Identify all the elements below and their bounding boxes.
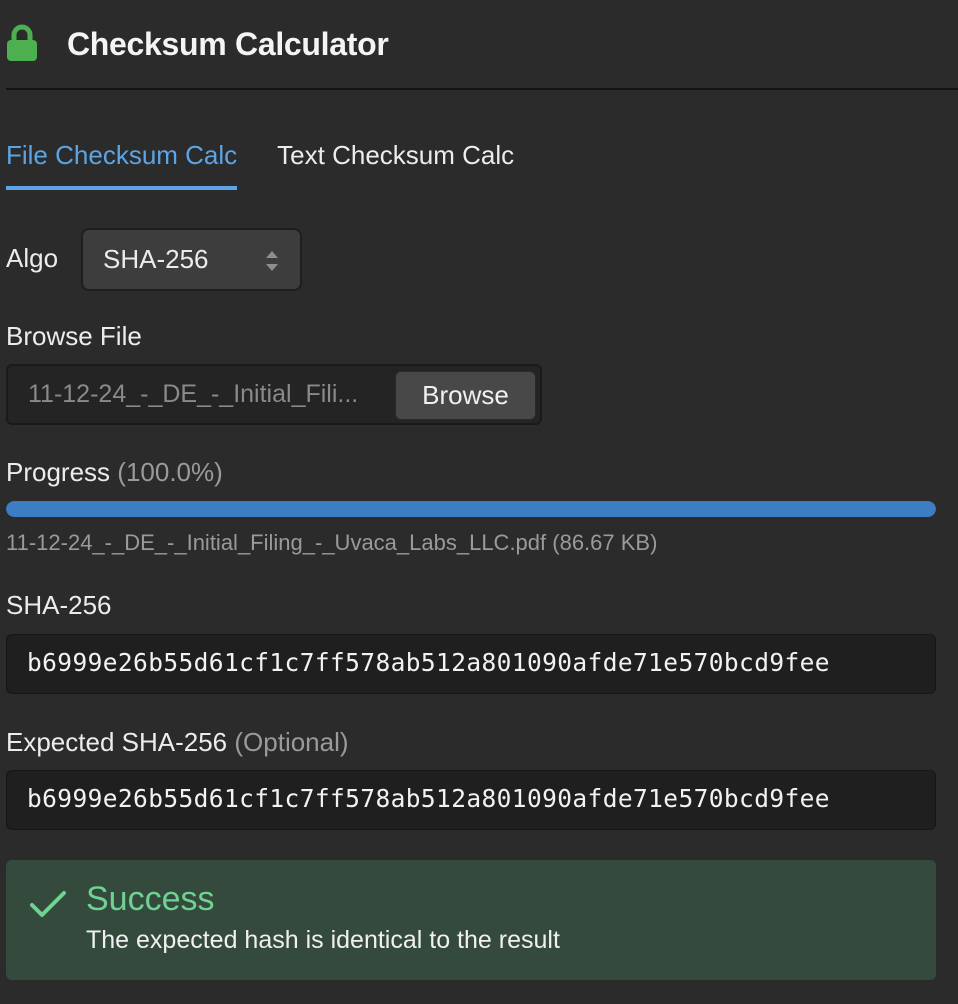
tab-file-checksum[interactable]: File Checksum Calc: [6, 140, 238, 190]
result-hash-field[interactable]: b6999e26b55d61cf1c7ff578ab512a801090afde…: [6, 634, 936, 694]
tab-bar: File Checksum Calc Text Checksum Calc: [6, 140, 554, 190]
algo-select[interactable]: SHA-256: [81, 228, 302, 291]
result-hash-label: SHA-256: [6, 590, 112, 620]
algo-label: Algo: [6, 243, 59, 273]
file-info: 11-12-24_-_DE_-_Initial_Filing_-_Uvaca_L…: [6, 530, 658, 555]
checksum-calculator-app: Checksum Calculator File Checksum Calc T…: [0, 0, 958, 1004]
browse-file-group: 11-12-24_-_DE_-_Initial_Fili... Browse: [6, 364, 542, 425]
optional-hint: (Optional): [234, 727, 349, 757]
header-divider: [6, 88, 958, 90]
algo-selected-value: SHA-256: [103, 244, 209, 274]
tab-text-checksum[interactable]: Text Checksum Calc: [277, 140, 514, 190]
browse-file-label: Browse File: [6, 321, 142, 351]
expected-hash-label: Expected SHA-256 (Optional): [6, 727, 349, 758]
lock-icon: [7, 24, 37, 61]
progress-label-text: Progress: [6, 457, 111, 487]
alert-message: The expected hash is identical to the re…: [86, 926, 560, 954]
browse-button[interactable]: Browse: [395, 371, 536, 420]
progress-percent: (100.0%): [117, 457, 223, 487]
file-path-field[interactable]: 11-12-24_-_DE_-_Initial_Fili...: [28, 380, 378, 409]
success-alert: Success The expected hash is identical t…: [6, 860, 936, 980]
select-updown-icon: [266, 251, 278, 271]
alert-title: Success: [86, 880, 215, 918]
progress-bar-fill: [6, 501, 936, 517]
progress-bar: [6, 501, 936, 517]
progress-label: Progress (100.0%): [6, 457, 223, 488]
app-title: Checksum Calculator: [67, 26, 389, 62]
app-header: Checksum Calculator: [0, 0, 958, 90]
checkmark-icon: [30, 891, 66, 917]
expected-hash-input[interactable]: b6999e26b55d61cf1c7ff578ab512a801090afde…: [6, 770, 936, 830]
expected-hash-label-text: Expected SHA-256: [6, 727, 228, 757]
